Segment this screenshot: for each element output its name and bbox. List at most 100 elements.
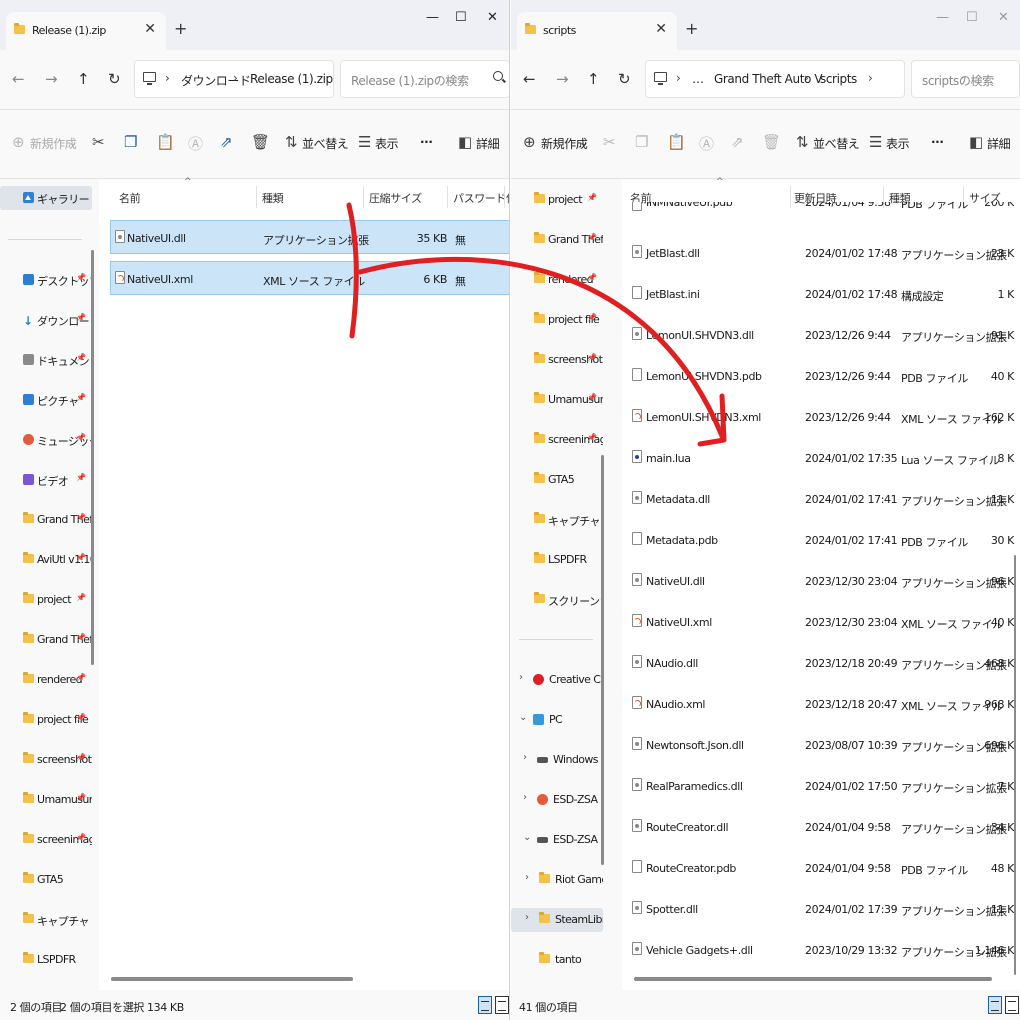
column-type[interactable]: 種類 bbox=[262, 190, 284, 206]
chevron-right-icon[interactable]: › bbox=[525, 872, 529, 883]
nav-item[interactable]: ギャラリー bbox=[0, 186, 92, 210]
search-box[interactable]: Release (1).zipの検索 bbox=[340, 60, 509, 98]
nav-item[interactable]: LSPDFR bbox=[511, 548, 603, 572]
table-row[interactable]: Vehicle Gadgets+.dll 2023/10/29 13:32 アプリケ… bbox=[628, 933, 1014, 967]
nav-item[interactable]: キャプチャ bbox=[511, 508, 603, 532]
nav-item[interactable]: screenimag 📌 bbox=[0, 828, 92, 852]
table-row[interactable]: main.lua 2024/01/02 17:35 Lua ソース ファイル 8 K bbox=[628, 441, 1014, 475]
tree-item[interactable]: ⌄ ESD-ZSA (E:) bbox=[511, 828, 603, 852]
column-divider[interactable] bbox=[363, 186, 364, 208]
nav-item[interactable]: Umamusun 📌 bbox=[511, 388, 603, 412]
chevron-right-icon[interactable]: › bbox=[523, 792, 527, 803]
nav-item[interactable]: screenimag 📌 bbox=[511, 428, 603, 452]
table-row[interactable]: Metadata.pdb 2024/01/02 17:41 PDB ファイル 30 K bbox=[628, 523, 1014, 557]
new-tab-button[interactable]: + bbox=[174, 21, 187, 37]
chevron-down-icon[interactable]: ⌄ bbox=[523, 832, 531, 843]
tree-item[interactable]: ⌄ PC bbox=[511, 708, 603, 732]
column-divider[interactable] bbox=[504, 186, 505, 208]
nav-item[interactable]: Grand Thef 📌 bbox=[0, 628, 92, 652]
breadcrumb-scripts[interactable]: scripts bbox=[820, 72, 857, 86]
nav-item[interactable]: ↓ダウンロード📌 bbox=[0, 308, 92, 332]
column-password[interactable]: パスワード保護 bbox=[453, 190, 509, 206]
nav-item[interactable]: AviUtl v1.10 📌 bbox=[0, 548, 92, 572]
details-view-button[interactable] bbox=[988, 996, 1002, 1014]
sort-button[interactable]: 並べ替え bbox=[302, 135, 349, 152]
horizontal-scrollbar[interactable] bbox=[111, 977, 353, 981]
table-row[interactable]: NAudio.xml 2023/12/18 20:47 XML ソース ファイル 96… bbox=[628, 687, 1014, 721]
breadcrumb-release-zip[interactable]: Release (1).zip bbox=[250, 72, 333, 86]
column-divider[interactable] bbox=[256, 186, 257, 208]
up-button[interactable]: ↑ bbox=[587, 70, 600, 88]
table-row[interactable]: RouteCreator.pdb 2024/01/04 9:58 PDB ファイル 4… bbox=[628, 851, 1014, 885]
tiles-view-button[interactable] bbox=[495, 996, 509, 1014]
new-tab-button[interactable]: + bbox=[685, 21, 698, 37]
refresh-button[interactable]: ↻ bbox=[618, 70, 631, 88]
search-icon[interactable] bbox=[493, 71, 503, 81]
tree-item[interactable]: › ESD-ZSA (E:) bbox=[511, 788, 603, 812]
minimize-button[interactable]: — bbox=[936, 10, 949, 25]
close-window-button[interactable]: ✕ bbox=[998, 10, 1009, 25]
column-compressed-size[interactable]: 圧縮サイズ bbox=[369, 190, 422, 206]
forward-button[interactable]: → bbox=[45, 70, 58, 88]
tree-item[interactable]: › Riot Games bbox=[511, 868, 603, 892]
maximize-button[interactable]: ☐ bbox=[455, 10, 467, 25]
tab-close-button[interactable]: ✕ bbox=[144, 21, 156, 37]
tab-release-zip[interactable]: Release (1).zip ✕ bbox=[6, 12, 166, 50]
horizontal-scrollbar[interactable] bbox=[634, 977, 992, 981]
refresh-button[interactable]: ↻ bbox=[108, 70, 121, 88]
breadcrumb-overflow[interactable]: … bbox=[692, 72, 704, 86]
up-button[interactable]: ↑ bbox=[77, 70, 90, 88]
tiles-view-button[interactable] bbox=[1005, 996, 1019, 1014]
nav-item[interactable]: ドキュメント📌 bbox=[0, 348, 92, 372]
nav-item[interactable]: スクリーンショット bbox=[511, 588, 603, 612]
table-row[interactable]: NativeUI.xml XML ソース ファイル 6 KB 無 bbox=[110, 261, 509, 295]
table-row[interactable]: LemonUI.SHVDN3.pdb 2023/12/26 9:44 PDB ファイ… bbox=[628, 359, 1014, 393]
table-row[interactable]: LemonUI.SHVDN3.xml 2023/12/26 9:44 XML ソース… bbox=[628, 400, 1014, 434]
nav-item[interactable]: screenshots 📌 bbox=[511, 348, 603, 372]
table-row[interactable]: NativeUI.dll アプリケーション拡張 35 KB 無 bbox=[110, 220, 509, 254]
column-divider[interactable] bbox=[447, 186, 448, 208]
nav-item[interactable]: project file 📌 bbox=[0, 708, 92, 732]
chevron-down-icon[interactable]: ⌄ bbox=[519, 712, 527, 723]
nav-item[interactable]: ビデオ 📌 bbox=[0, 468, 92, 492]
view-button[interactable]: 表示 bbox=[886, 135, 910, 152]
back-button[interactable]: ← bbox=[12, 70, 25, 88]
chevron-right-icon[interactable]: › bbox=[523, 752, 527, 763]
table-row[interactable]: NativeUI.xml 2023/12/30 23:04 XML ソース ファイル… bbox=[628, 605, 1014, 639]
file-list-scrollbar[interactable] bbox=[1014, 555, 1016, 975]
nav-item[interactable]: project file 📌 bbox=[511, 308, 603, 332]
nav-item[interactable]: ミュージック📌 bbox=[0, 428, 92, 452]
cut-icon[interactable]: ✂ bbox=[92, 133, 105, 151]
delete-icon[interactable]: 🗑 bbox=[251, 133, 270, 151]
nav-item[interactable]: rendered 📌 bbox=[0, 668, 92, 692]
nav-item[interactable]: Grand Thef 📌 bbox=[511, 228, 603, 252]
nav-item[interactable]: デスクトップ📌 bbox=[0, 268, 92, 292]
nav-item[interactable]: GTA5 bbox=[0, 868, 92, 892]
more-options-button[interactable]: ··· bbox=[420, 135, 433, 149]
tree-item[interactable]: › Windows (C:) bbox=[511, 748, 603, 772]
address-bar[interactable]: › … Grand Theft Auto V › scripts › bbox=[645, 60, 905, 98]
address-bar[interactable]: › ダウンロード › Release (1).zip bbox=[134, 60, 334, 98]
nav-item[interactable]: rendered 📌 bbox=[511, 268, 603, 292]
nav-item[interactable]: LSPDFR bbox=[0, 948, 92, 972]
maximize-button[interactable]: ☐ bbox=[966, 10, 978, 25]
table-row[interactable]: JetBlast.ini 2024/01/02 17:48 構成設定 1 K bbox=[628, 277, 1014, 311]
table-row[interactable]: Metadata.dll 2024/01/02 17:41 アプリケーション拡張 11… bbox=[628, 482, 1014, 516]
table-row[interactable]: INMNativeUI.pdb 2024/01/04 9:58 PDB ファイル 20… bbox=[628, 202, 1014, 218]
details-view-button[interactable] bbox=[478, 996, 492, 1014]
table-row[interactable]: RouteCreator.dll 2024/01/04 9:58 アプリケーション拡… bbox=[628, 810, 1014, 844]
chevron-right-icon[interactable]: › bbox=[525, 912, 529, 923]
table-row[interactable]: LemonUI.SHVDN3.dll 2023/12/26 9:44 アプリケーショ… bbox=[628, 318, 1014, 352]
nav-scrollbar[interactable] bbox=[601, 455, 604, 865]
nav-item[interactable]: Umamusun 📌 bbox=[0, 788, 92, 812]
nav-item[interactable]: project 📌 bbox=[511, 188, 603, 212]
search-box[interactable]: scriptsの検索 bbox=[911, 60, 1020, 98]
table-row[interactable]: NAudio.dll 2023/12/18 20:49 アプリケーション拡張 468 … bbox=[628, 646, 1014, 680]
tab-scripts[interactable]: scripts ✕ bbox=[517, 12, 677, 50]
nav-item[interactable]: screenshots 📌 bbox=[0, 748, 92, 772]
nav-item[interactable]: GTA5 bbox=[511, 468, 603, 492]
nav-scrollbar[interactable] bbox=[91, 250, 94, 665]
breadcrumb-downloads[interactable]: ダウンロード bbox=[181, 72, 251, 89]
share-icon[interactable]: ⇗ bbox=[220, 133, 233, 151]
table-row[interactable]: RealParamedics.dll 2024/01/02 17:50 アプリケーシ… bbox=[628, 769, 1014, 803]
